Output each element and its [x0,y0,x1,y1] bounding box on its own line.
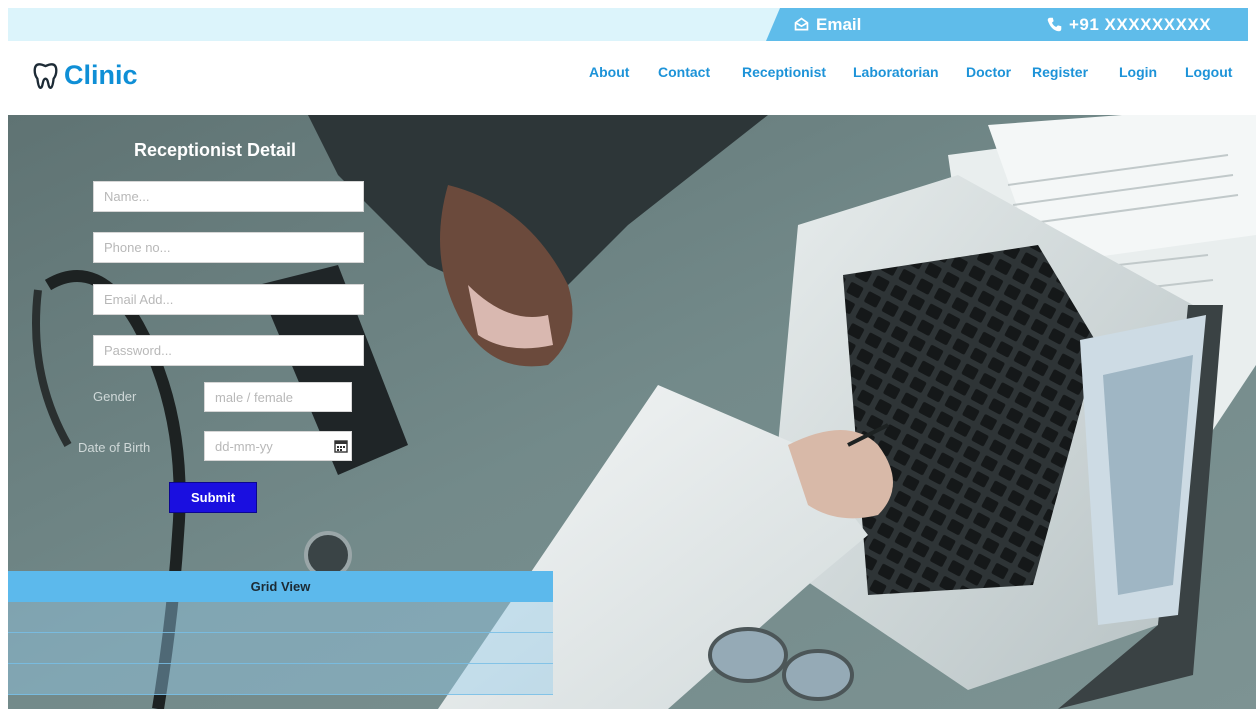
email-link[interactable]: Email [793,8,861,41]
grid-row[interactable] [8,633,553,664]
phone-input[interactable] [93,232,364,263]
top-contact-bar: Email +91 XXXXXXXXX [8,8,1248,41]
nav-register[interactable]: Register [1032,64,1088,80]
phone-label: +91 XXXXXXXXX [1069,14,1212,34]
nav-about[interactable]: About [589,64,629,80]
email-label: Email [816,14,862,34]
nav-contact[interactable]: Contact [658,64,710,80]
dob-input[interactable] [204,431,352,461]
form-title: Receptionist Detail [134,140,297,160]
brand-name: Clinic [64,60,138,90]
nav-login[interactable]: Login [1119,64,1157,80]
email-contact[interactable]: Email [766,8,1036,41]
phone-icon [1046,16,1063,33]
navbar: Clinic About Contact Receptionist Labora… [8,41,1248,115]
grid-view-header: Grid View [8,571,553,602]
nav-laboratorian[interactable]: Laboratorian [853,64,939,80]
page: Email +91 XXXXXXXXX Clinic About Contact… [0,0,1256,709]
password-input[interactable] [93,335,364,366]
nav-doctor[interactable]: Doctor [966,64,1011,80]
nav-receptionist[interactable]: Receptionist [742,64,826,80]
tooth-icon [32,61,59,91]
submit-button[interactable]: Submit [169,482,257,513]
phone-contact[interactable]: +91 XXXXXXXXX [1026,8,1248,41]
grid-row[interactable] [8,602,553,633]
calendar-icon[interactable] [334,439,348,453]
email-icon [793,16,810,33]
nav-logout[interactable]: Logout [1185,64,1232,80]
grid-row[interactable] [8,664,553,695]
name-input[interactable] [93,181,364,212]
gender-label: Gender [93,389,137,404]
brand-logo[interactable]: Clinic [32,60,138,91]
phone-link[interactable]: +91 XXXXXXXXX [1046,8,1211,41]
dob-label: Date of Birth [78,440,151,455]
hero-section: Receptionist Detail Gender Date of Birth [8,115,1256,709]
dob-field [204,431,352,461]
gender-input[interactable] [204,382,352,412]
email-input[interactable] [93,284,364,315]
